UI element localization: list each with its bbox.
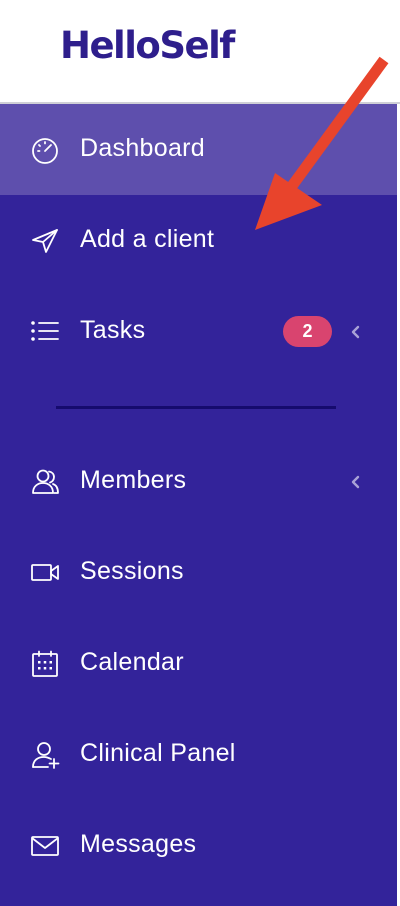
sidebar-item-dashboard[interactable]: Dashboard — [0, 104, 397, 195]
sidebar-divider — [56, 406, 336, 409]
app-header: HelloSelf — [0, 0, 400, 104]
sidebar-item-label: Messages — [80, 830, 197, 858]
sidebar-item-tasks[interactable]: Tasks 2 — [0, 286, 397, 377]
sidebar-item-members[interactable]: Members — [0, 436, 397, 527]
sidebar-item-label: Members — [80, 466, 187, 494]
video-icon — [30, 559, 60, 587]
sidebar-item-messages[interactable]: Messages — [0, 800, 397, 891]
sidebar-item-clinical-panel[interactable]: Clinical Panel — [0, 709, 397, 800]
mail-icon — [30, 832, 60, 860]
user-plus-icon — [30, 741, 60, 769]
sidebar-item-label: Clinical Panel — [80, 739, 236, 767]
sidebar-item-sessions[interactable]: Sessions — [0, 527, 397, 618]
chevron-left-icon[interactable] — [348, 322, 362, 342]
sidebar-item-label: Tasks — [80, 316, 146, 344]
sidebar-item-label: Calendar — [80, 648, 184, 676]
calendar-icon — [30, 650, 60, 678]
sidebar-item-label: Dashboard — [80, 134, 206, 162]
sidebar-item-label: Add a client — [80, 225, 215, 253]
helloself-logo[interactable]: HelloSelf — [60, 24, 235, 67]
sidebar-nav: Dashboard Add a client Tasks 2 Members S… — [0, 104, 397, 906]
users-icon — [30, 468, 60, 496]
sidebar-item-label: Sessions — [80, 557, 184, 585]
sidebar-item-calendar[interactable]: Calendar — [0, 618, 397, 709]
app-window: HelloSelf Dashboard Add a client Tasks 2… — [0, 0, 400, 906]
speedometer-icon — [30, 136, 60, 164]
chevron-left-icon[interactable] — [348, 472, 362, 492]
tasks-count-badge: 2 — [283, 316, 332, 347]
sidebar-item-add-client[interactable]: Add a client — [0, 195, 397, 286]
list-icon — [30, 318, 60, 346]
send-icon — [30, 227, 60, 255]
